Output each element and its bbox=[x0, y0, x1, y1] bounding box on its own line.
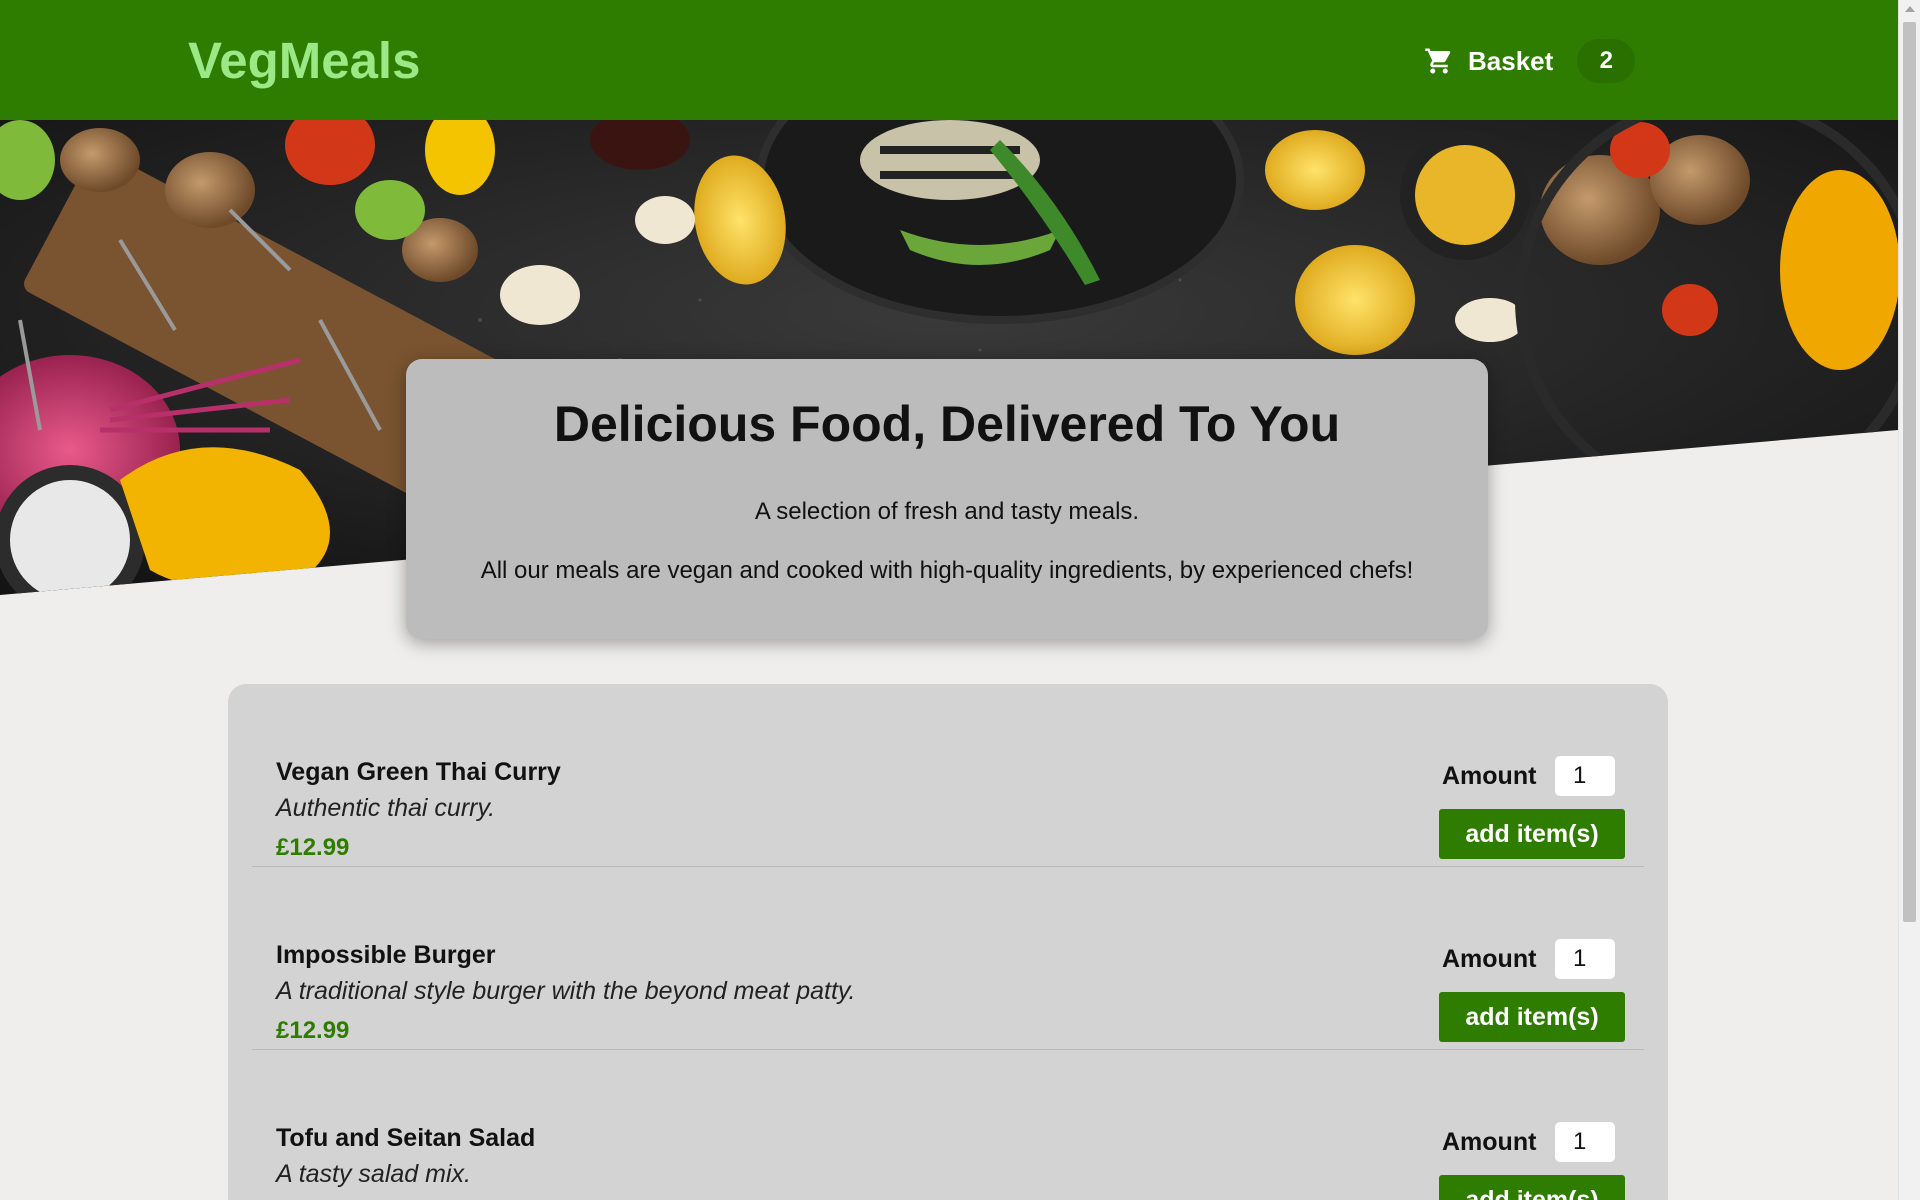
page-scrollbar[interactable] bbox=[1898, 0, 1920, 1200]
amount-label: Amount bbox=[1442, 1128, 1537, 1156]
basket-label: Basket bbox=[1468, 45, 1554, 76]
amount-label: Amount bbox=[1442, 945, 1537, 973]
summary-line-1: A selection of fresh and tasty meals. bbox=[754, 498, 1140, 525]
meal-price: £12.99 bbox=[276, 1017, 350, 1044]
meal-name: Impossible Burger bbox=[276, 941, 496, 969]
meal-name: Vegan Green Thai Curry bbox=[276, 758, 561, 786]
logo[interactable]: VegMeals bbox=[188, 30, 420, 92]
add-item-button[interactable]: add item(s) bbox=[1439, 1175, 1625, 1200]
meal-description: A tasty salad mix. bbox=[276, 1160, 471, 1188]
scrollbar-thumb[interactable] bbox=[1903, 22, 1916, 922]
meal-item: Impossible Burger A traditional style bu… bbox=[252, 867, 1644, 1050]
summary-title: Delicious Food, Delivered To You bbox=[553, 396, 1341, 452]
basket-count-badge: 2 bbox=[1577, 39, 1636, 83]
add-item-button[interactable]: add item(s) bbox=[1439, 809, 1625, 859]
meal-description: A traditional style burger with the beyo… bbox=[276, 977, 856, 1005]
meal-name: Tofu and Seitan Salad bbox=[276, 1124, 536, 1152]
meal-item: Vegan Green Thai Curry Authentic thai cu… bbox=[252, 684, 1644, 867]
add-item-button[interactable]: add item(s) bbox=[1439, 992, 1625, 1042]
basket-button[interactable]: Basket 2 bbox=[1424, 34, 1636, 88]
meal-price: £12.99 bbox=[276, 834, 350, 861]
amount-input[interactable] bbox=[1555, 756, 1615, 796]
cart-icon bbox=[1424, 46, 1454, 76]
meal-item: Tofu and Seitan Salad A tasty salad mix.… bbox=[252, 1050, 1644, 1200]
amount-input[interactable] bbox=[1555, 1122, 1615, 1162]
top-header: VegMeals Basket 2 bbox=[0, 0, 1898, 120]
meals-card: Vegan Green Thai Curry Authentic thai cu… bbox=[228, 684, 1668, 1200]
amount-label: Amount bbox=[1442, 762, 1537, 790]
meal-description: Authentic thai curry. bbox=[276, 794, 496, 822]
summary-line-2: All our meals are vegan and cooked with … bbox=[480, 557, 1414, 584]
amount-input[interactable] bbox=[1555, 939, 1615, 979]
scroll-up-arrow-icon[interactable] bbox=[1905, 6, 1915, 12]
page: VegMeals Basket 2 Delicious Food, Delive… bbox=[0, 0, 1898, 1200]
summary-card: Delicious Food, Delivered To You A selec… bbox=[406, 359, 1488, 639]
